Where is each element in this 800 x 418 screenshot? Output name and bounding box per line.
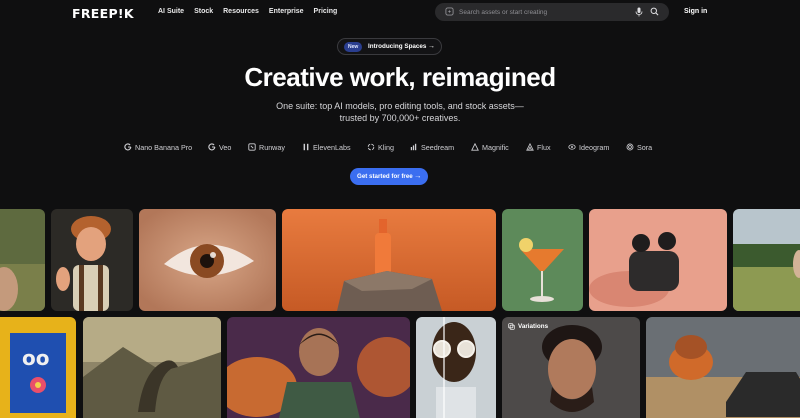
cocktail-image[interactable] <box>502 209 583 311</box>
svg-text:oo: oo <box>22 346 49 370</box>
variations-icon <box>508 323 515 330</box>
sign-in-link[interactable]: Sign in <box>684 8 707 15</box>
variations-label: Variations <box>518 323 549 330</box>
sparkle-search-icon <box>445 7 454 16</box>
ideogram-icon <box>568 144 576 150</box>
flux-icon <box>526 143 534 151</box>
menu-item-ai-suite[interactable]: AI Suite <box>158 8 184 15</box>
model-ideogram[interactable]: Ideogram <box>568 141 609 153</box>
model-elevenlabs[interactable]: ElevenLabs <box>302 141 351 153</box>
search-icon[interactable] <box>650 7 659 16</box>
eye-closeup-image[interactable] <box>139 209 276 311</box>
get-started-button[interactable]: Get started for free → <box>350 168 428 185</box>
model-nano-banana-pro[interactable]: Nano Banana Pro <box>124 141 192 153</box>
model-label: Ideogram <box>579 142 610 152</box>
kling-icon <box>367 143 375 151</box>
model-label: Magnific <box>482 142 509 152</box>
model-label: Runway <box>259 142 285 152</box>
model-label: Flux <box>537 142 551 152</box>
menu-item-pricing[interactable]: Pricing <box>314 8 338 15</box>
portrait-field-image[interactable] <box>0 209 45 311</box>
microphone-icon[interactable] <box>635 7 643 17</box>
explosion-truck-image[interactable] <box>646 317 800 418</box>
google-g-icon <box>208 143 216 151</box>
menu-item-enterprise[interactable]: Enterprise <box>269 8 304 15</box>
poster-flower-image[interactable]: oo <box>0 317 76 418</box>
elevenlabs-icon <box>303 143 309 151</box>
model-label: Nano Banana Pro <box>135 142 193 152</box>
cta-label: Get started for free <box>357 173 413 180</box>
model-label: Veo <box>219 142 232 152</box>
arrow-right-icon: → <box>414 171 422 180</box>
model-label: Kling <box>378 142 394 152</box>
arrow-right-icon: → <box>428 43 435 50</box>
model-sora[interactable]: Sora <box>626 141 652 153</box>
dinosaur-landscape-image[interactable] <box>83 317 221 418</box>
action-hero-image[interactable] <box>227 317 410 418</box>
menu-item-stock[interactable]: Stock <box>194 8 213 15</box>
variations-badge[interactable]: Variations <box>508 323 548 330</box>
model-flux[interactable]: Flux <box>526 141 551 153</box>
subtitle-line-1: One suite: top AI models, pro editing to… <box>276 101 524 111</box>
page-headline: Creative work, reimagined <box>244 62 556 92</box>
sunglasses-portrait-image[interactable] <box>416 317 496 418</box>
freepik-logo[interactable]: FREEP!K <box>72 6 134 21</box>
menu-item-resources[interactable]: Resources <box>223 8 259 15</box>
search-bar[interactable] <box>435 3 669 21</box>
product-bottle-image[interactable] <box>282 209 496 311</box>
main-menu: AI Suite Stock Resources Enterprise Pric… <box>158 8 337 15</box>
cartoon-character-image[interactable] <box>51 209 133 311</box>
introducing-spaces-pill[interactable]: New Introducing Spaces → <box>337 38 442 55</box>
runway-icon <box>248 143 256 151</box>
model-magnific[interactable]: Magnific <box>471 141 509 153</box>
announcement-text: Introducing Spaces <box>368 43 427 50</box>
top-navigation: FREEP!K AI Suite Stock Resources Enterpr… <box>0 0 800 24</box>
model-label: ElevenLabs <box>313 142 351 152</box>
model-kling[interactable]: Kling <box>367 141 394 153</box>
search-input[interactable] <box>459 5 629 19</box>
subtitle-line-2: trusted by 700,000+ creatives. <box>339 113 461 123</box>
running-field-image[interactable] <box>733 209 800 311</box>
model-runway[interactable]: Runway <box>248 141 285 153</box>
model-label: Seedream <box>421 142 455 152</box>
google-g-icon <box>124 143 132 151</box>
magnific-icon <box>471 143 479 151</box>
earbuds-image[interactable] <box>589 209 727 311</box>
model-label: Sora <box>637 142 653 152</box>
new-badge: New <box>344 42 363 52</box>
model-veo[interactable]: Veo <box>208 141 231 153</box>
seedream-icon <box>410 143 417 151</box>
sora-icon <box>626 143 634 151</box>
model-seedream[interactable]: Seedream <box>410 141 454 153</box>
man-portrait-image[interactable]: Variations <box>502 317 640 418</box>
